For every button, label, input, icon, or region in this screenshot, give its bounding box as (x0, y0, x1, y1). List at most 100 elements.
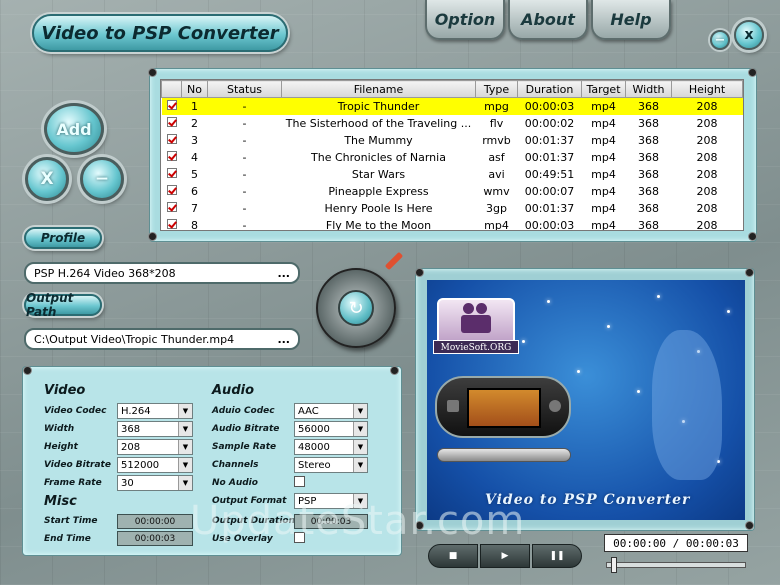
cell-width: 368 (638, 116, 659, 130)
column-header-width[interactable]: Width (625, 80, 672, 98)
screw-icon (746, 522, 753, 529)
cell-no: 2 (191, 116, 198, 130)
height-select[interactable]: 208 ▼ (117, 439, 193, 455)
cell-status: - (242, 201, 247, 215)
seek-slider[interactable] (606, 557, 746, 573)
cell-duration: 00:01:37 (524, 201, 575, 215)
table-row[interactable]: 5 - Star Wars avi 00:49:51 mp4 368 208 (162, 166, 743, 183)
column-header-check (161, 80, 182, 98)
screw-icon (149, 233, 156, 240)
output-path-value: C:\Output Video\Tropic Thunder.mp4 (34, 332, 235, 346)
audio-codec-select[interactable]: AAC ▼ (294, 403, 368, 419)
help-button[interactable]: Help (591, 0, 671, 40)
sparkle-icon (637, 390, 640, 393)
output-path-button[interactable]: Output Path (24, 291, 102, 319)
table-row[interactable]: 2 - The Sisterhood of the Traveling ... flv… (162, 115, 743, 132)
row-checkbox[interactable] (161, 97, 182, 115)
audio-bitrate-label: Audio Bitrate (212, 424, 280, 434)
checkbox-checked-icon[interactable] (166, 150, 177, 161)
channels-value: Stereo (298, 459, 331, 471)
height-label: Height (44, 442, 78, 452)
column-header-duration[interactable]: Duration (517, 80, 582, 98)
table-row[interactable]: 7 - Henry Poole Is Here 3gp 00:01:37 mp4 368 20… (162, 200, 743, 217)
close-button[interactable]: x (734, 20, 764, 50)
table-row[interactable]: 6 - Pineapple Express wmv 00:00:07 mp4 368 208 (162, 183, 743, 200)
play-button[interactable]: ▶ (480, 544, 530, 568)
column-header-status[interactable]: Status (207, 80, 282, 98)
column-header-filename[interactable]: Filename (281, 80, 476, 98)
profile-field[interactable]: PSP H.264 Video 368*208 ... (24, 262, 300, 284)
profile-button[interactable]: Profile (24, 227, 102, 249)
stop-button[interactable]: ■ (428, 544, 478, 568)
checkbox-checked-icon[interactable] (166, 218, 177, 229)
end-time-field[interactable]: 00:00:03 (117, 531, 193, 546)
minimize-button[interactable]: − (710, 30, 730, 50)
video-bitrate-select[interactable]: 512000 ▼ (117, 457, 193, 473)
psp-dpad-icon (447, 400, 459, 412)
add-button[interactable]: Add (44, 103, 104, 155)
refresh-icon: ↻ (348, 297, 364, 319)
profile-value: PSP H.264 Video 368*208 (34, 266, 176, 280)
sparkle-icon (522, 340, 525, 343)
audio-bitrate-value: 56000 (298, 423, 330, 435)
checkbox-checked-icon[interactable] (166, 99, 177, 110)
cell-width: 368 (638, 133, 659, 147)
row-checkbox[interactable] (162, 200, 182, 217)
video-codec-select[interactable]: H.264 ▼ (117, 403, 193, 419)
table-row[interactable]: 4 - The Chronicles of Narnia asf 00:01:37 mp4… (162, 149, 743, 166)
end-time-value: 00:00:03 (134, 533, 176, 544)
option-button[interactable]: Option (425, 0, 505, 40)
audio-bitrate-select[interactable]: 56000 ▼ (294, 421, 368, 437)
checkbox-checked-icon[interactable] (166, 184, 177, 195)
screw-icon (149, 69, 156, 76)
file-list[interactable]: No Status Filename Type Duration Target … (160, 79, 744, 231)
row-checkbox[interactable] (162, 183, 182, 200)
misc-section-title: Misc (44, 494, 77, 509)
sample-rate-select[interactable]: 48000 ▼ (294, 439, 368, 455)
row-checkbox[interactable] (162, 217, 182, 231)
output-browse-button[interactable]: ... (277, 333, 290, 346)
cell-duration: 00:49:51 (524, 167, 575, 181)
row-checkbox[interactable] (162, 149, 182, 166)
row-checkbox[interactable] (162, 132, 182, 149)
convert-dial[interactable]: ↻ (316, 268, 396, 348)
frame-rate-select[interactable]: 30 ▼ (117, 475, 193, 491)
width-select[interactable]: 368 ▼ (117, 421, 193, 437)
cell-target: mp4 (581, 97, 626, 115)
clear-button[interactable]: − (80, 157, 124, 201)
row-checkbox[interactable] (162, 115, 182, 132)
output-path-field[interactable]: C:\Output Video\Tropic Thunder.mp4 ... (24, 328, 300, 350)
checkbox-checked-icon[interactable] (166, 133, 177, 144)
chevron-down-icon: ▼ (353, 422, 367, 436)
table-row[interactable]: 3 - The Mummy rmvb 00:01:37 mp4 368 208 (162, 132, 743, 149)
start-time-field[interactable]: 00:00:00 (117, 514, 193, 529)
seek-thumb[interactable] (611, 557, 617, 573)
remove-button[interactable]: X (25, 157, 69, 201)
row-checkbox[interactable] (162, 166, 182, 183)
no-audio-checkbox[interactable] (294, 476, 305, 487)
column-header-type[interactable]: Type (475, 80, 518, 98)
profile-browse-button[interactable]: ... (277, 267, 290, 280)
cell-no: 7 (191, 201, 198, 215)
checkbox-checked-icon[interactable] (166, 116, 177, 127)
cell-width: 368 (638, 218, 659, 231)
column-header-no[interactable]: No (181, 80, 208, 98)
convert-button[interactable]: ↻ (338, 290, 374, 326)
video-bitrate-value: 512000 (121, 459, 160, 471)
cell-filename: The Chronicles of Narnia (311, 150, 446, 164)
checkbox-checked-icon[interactable] (166, 201, 177, 212)
cell-type: mpg (475, 97, 518, 115)
checkbox-checked-icon[interactable] (166, 167, 177, 178)
about-button[interactable]: About (508, 0, 588, 40)
table-row[interactable]: 1- Tropic Thunder mpg 00:00:03 mp4 368 208 (161, 97, 743, 115)
frame-rate-label: Frame Rate (44, 478, 102, 488)
audio-codec-label: Aduio Codec (212, 406, 275, 416)
pause-button[interactable]: ❚❚ (532, 544, 582, 568)
cell-target: mp4 (591, 201, 616, 215)
cell-duration: 00:00:07 (524, 184, 575, 198)
column-header-height[interactable]: Height (671, 80, 743, 98)
channels-select[interactable]: Stereo ▼ (294, 457, 368, 473)
table-row[interactable]: 8 - Fly Me to the Moon mp4 00:00:03 mp4 368 208 (162, 217, 743, 231)
column-header-target[interactable]: Target (581, 80, 626, 98)
cell-status: - (242, 133, 247, 147)
